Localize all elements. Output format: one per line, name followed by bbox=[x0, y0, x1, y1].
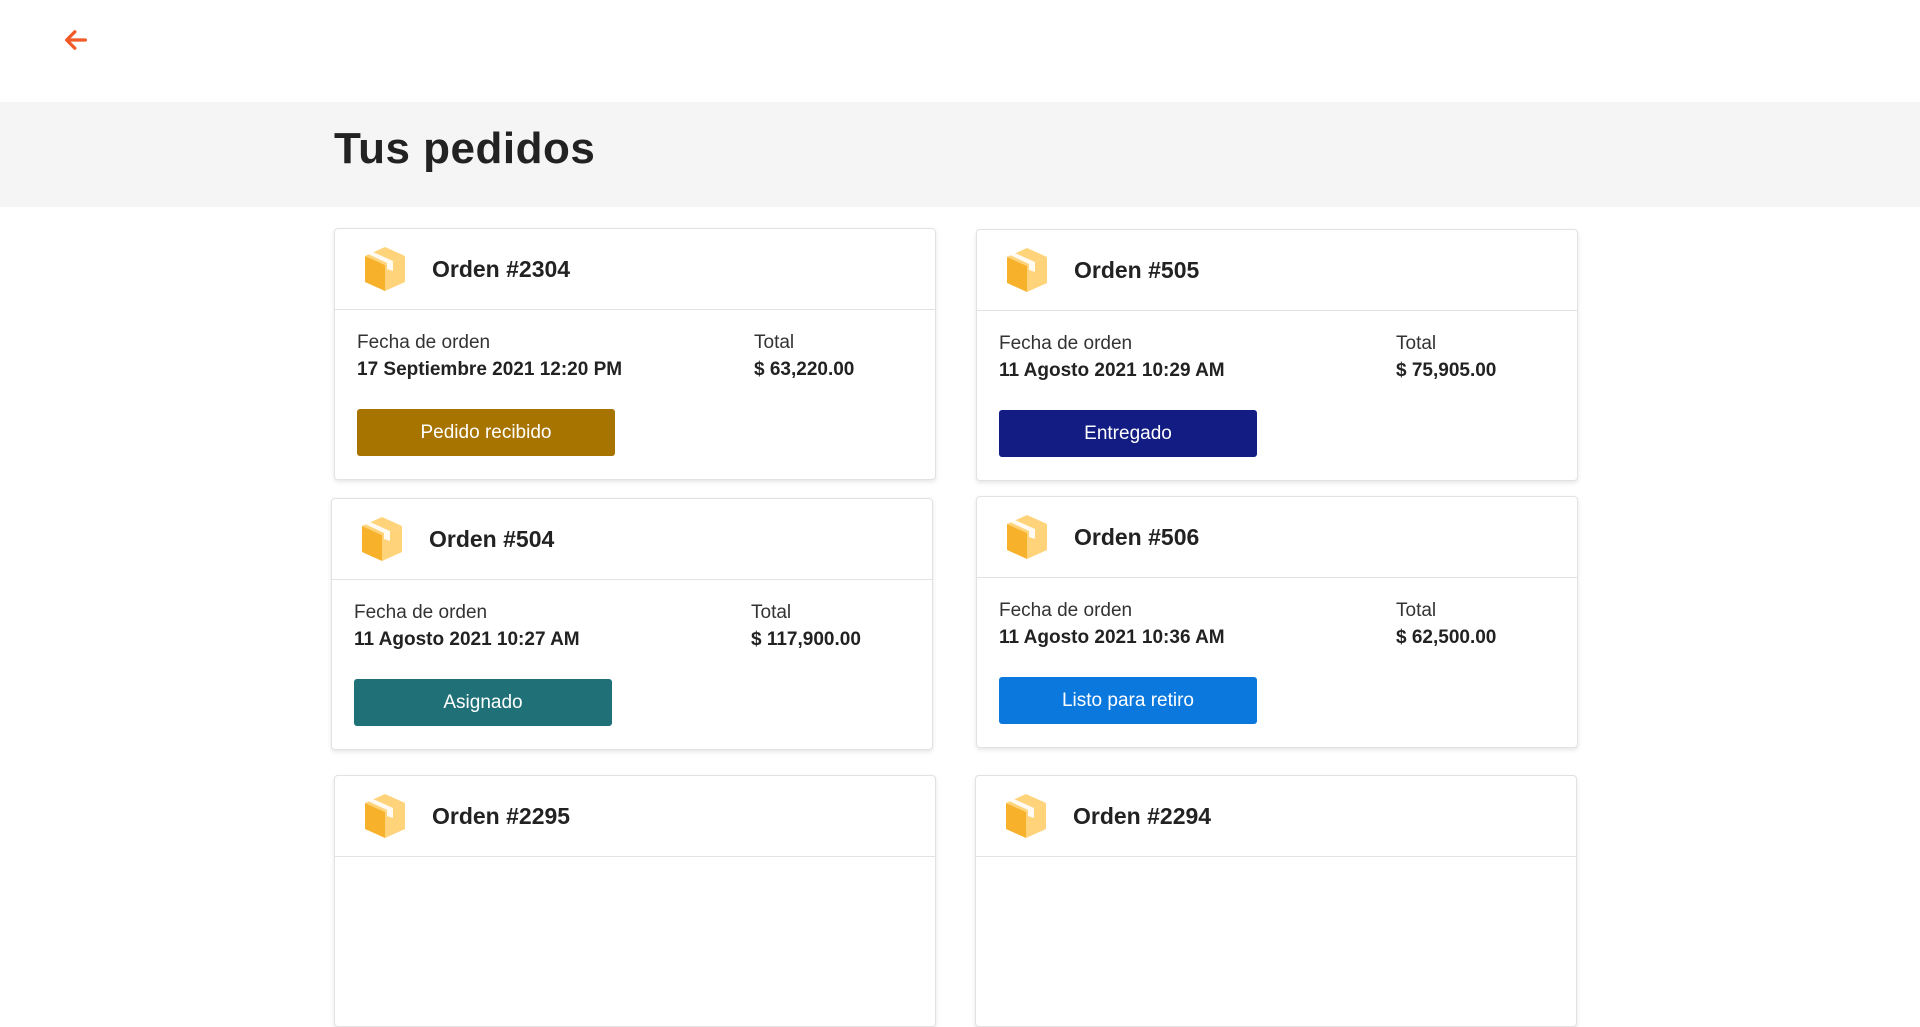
order-card[interactable]: Orden #2304 Fecha de orden 17 Septiembre… bbox=[334, 228, 936, 480]
order-card[interactable]: Orden #504 Fecha de orden 11 Agosto 2021… bbox=[331, 498, 933, 750]
order-number: Orden #2294 bbox=[1073, 802, 1212, 829]
order-status-button[interactable]: Listo para retiro bbox=[999, 677, 1257, 724]
order-card-header: Orden #505 bbox=[977, 230, 1577, 311]
order-total-value: $ 117,900.00 bbox=[751, 629, 861, 650]
order-card-header: Orden #2294 bbox=[976, 776, 1576, 857]
order-date-label: Fecha de orden bbox=[999, 333, 1133, 354]
order-number: Orden #2295 bbox=[432, 802, 571, 829]
order-total-label: Total bbox=[1396, 600, 1437, 621]
order-number: Orden #504 bbox=[429, 525, 555, 552]
order-card-header: Orden #2295 bbox=[335, 776, 935, 857]
package-icon bbox=[365, 247, 405, 291]
order-date-value: 11 Agosto 2021 10:36 AM bbox=[999, 627, 1225, 648]
order-card-header: Orden #506 bbox=[977, 497, 1577, 578]
order-card[interactable]: Orden #2294 bbox=[975, 775, 1577, 1027]
order-card-header: Orden #504 bbox=[332, 499, 932, 580]
order-total-value: $ 63,220.00 bbox=[754, 359, 855, 380]
package-icon bbox=[1006, 794, 1046, 838]
order-card-header: Orden #2304 bbox=[335, 229, 935, 310]
order-total-value: $ 62,500.00 bbox=[1396, 627, 1497, 648]
package-icon bbox=[362, 517, 402, 561]
order-total-label: Total bbox=[1396, 333, 1437, 354]
order-date-value: 11 Agosto 2021 10:29 AM bbox=[999, 360, 1225, 381]
order-status-button[interactable]: Entregado bbox=[999, 410, 1257, 457]
order-date-value: 17 Septiembre 2021 12:20 PM bbox=[357, 359, 623, 380]
order-card-body: Fecha de orden 11 Agosto 2021 10:29 AM T… bbox=[977, 311, 1577, 481]
order-card[interactable]: Orden #505 Fecha de orden 11 Agosto 2021… bbox=[976, 229, 1578, 481]
package-icon bbox=[1007, 248, 1047, 292]
order-number: Orden #506 bbox=[1074, 523, 1200, 550]
package-icon bbox=[1007, 515, 1047, 559]
order-total-label: Total bbox=[754, 332, 795, 353]
order-status-button[interactable]: Pedido recibido bbox=[357, 409, 615, 456]
order-date-label: Fecha de orden bbox=[354, 602, 488, 623]
order-card-body: Fecha de orden 17 Septiembre 2021 12:20 … bbox=[335, 310, 935, 480]
order-number: Orden #505 bbox=[1074, 256, 1200, 283]
order-card[interactable]: Orden #506 Fecha de orden 11 Agosto 2021… bbox=[976, 496, 1578, 748]
order-card[interactable]: Orden #2295 bbox=[334, 775, 936, 1027]
order-card-body: Fecha de orden 11 Agosto 2021 10:36 AM T… bbox=[977, 578, 1577, 748]
order-total-value: $ 75,905.00 bbox=[1396, 360, 1497, 381]
orders-grid: Orden #2304 Fecha de orden 17 Septiembre… bbox=[0, 0, 1920, 1027]
order-number: Orden #2304 bbox=[432, 255, 571, 282]
order-date-value: 11 Agosto 2021 10:27 AM bbox=[354, 629, 580, 650]
order-date-label: Fecha de orden bbox=[999, 600, 1133, 621]
order-status-button[interactable]: Asignado bbox=[354, 679, 612, 726]
order-date-label: Fecha de orden bbox=[357, 332, 491, 353]
order-total-label: Total bbox=[751, 602, 792, 623]
order-card-body: Fecha de orden 11 Agosto 2021 10:27 AM T… bbox=[332, 580, 932, 750]
package-icon bbox=[365, 794, 405, 838]
